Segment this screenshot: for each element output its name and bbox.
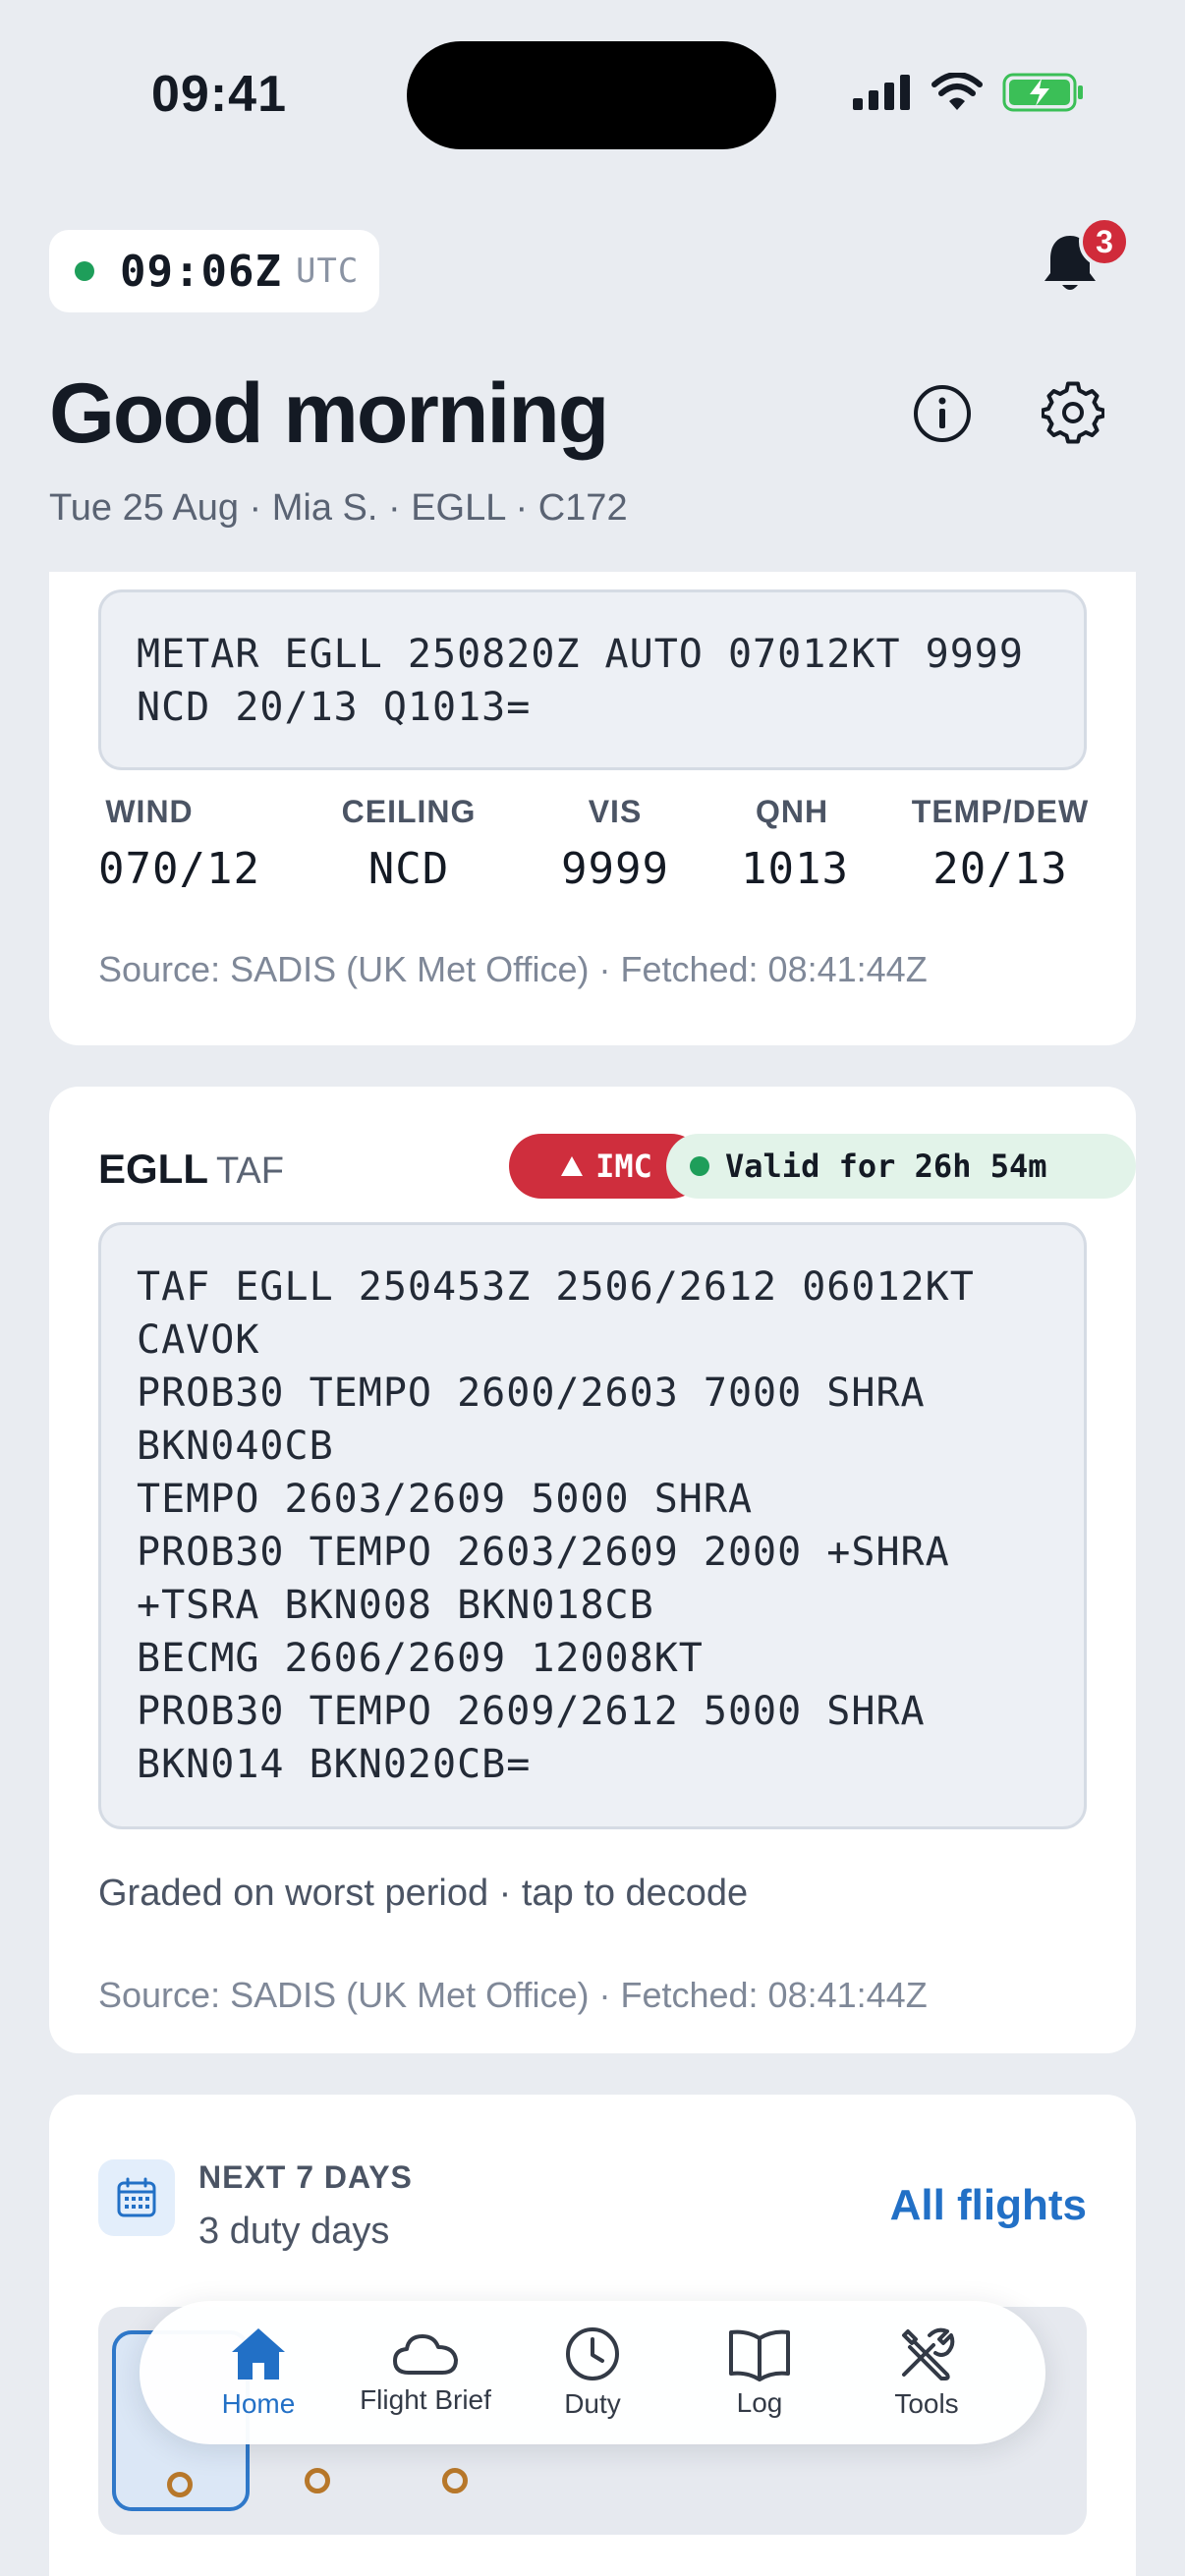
utc-clock-chip: 09:06Z UTC <box>49 230 379 312</box>
metar-source: Source: SADIS (UK Met Office) · Fetched:… <box>98 949 928 989</box>
flight-category-label: IMC <box>595 1148 652 1185</box>
pilot-subline: Tue 25 Aug · Mia S. · EGLL · C172 <box>49 487 628 529</box>
status-bar-time: 09:41 <box>151 66 287 123</box>
notification-badge: 3 <box>1079 216 1130 267</box>
utc-label: UTC <box>295 252 360 291</box>
calendar-icon <box>98 2159 175 2236</box>
tab-flight-brief[interactable]: Flight Brief <box>347 2329 504 2416</box>
temp-dew-label: TEMP/DEW <box>911 794 1090 829</box>
wind-value: 070/12 <box>98 844 260 894</box>
visibility-label: VIS <box>588 794 643 829</box>
taf-validity-badge: Valid for 26h 54m <box>666 1134 1136 1199</box>
visibility-value: 9999 <box>561 844 669 894</box>
qnh-group: QNH 1013 <box>741 794 849 894</box>
next-days-label: NEXT 7 DAYS <box>198 2159 413 2195</box>
duty-marker-icon <box>305 2468 330 2493</box>
utc-status-dot <box>75 261 94 281</box>
taf-raw-text[interactable]: TAF EGLL 250453Z 2506/2612 06012KT CAVOK… <box>98 1222 1087 1829</box>
clock-icon <box>566 2327 619 2380</box>
info-icon[interactable] <box>912 383 973 444</box>
taf-title: EGLL TAF <box>98 1146 284 1193</box>
wind-group: WIND 070/12 <box>98 794 260 894</box>
battery-charging-icon <box>1002 73 1083 112</box>
tab-home[interactable]: Home <box>180 2325 337 2420</box>
qnh-value: 1013 <box>741 844 849 894</box>
tab-label: Duty <box>564 2388 621 2419</box>
taf-type: TAF <box>216 1150 284 1192</box>
cellular-signal-icon <box>853 75 910 110</box>
all-flights-link[interactable]: All flights <box>890 2181 1087 2230</box>
gear-icon[interactable] <box>1042 381 1104 444</box>
duty-days-summary: 3 duty days <box>198 2211 390 2252</box>
tab-label: Flight Brief <box>360 2384 491 2415</box>
status-bar-icons <box>853 73 1085 112</box>
validity-dot <box>690 1156 709 1176</box>
tab-duty[interactable]: Duty <box>514 2325 671 2420</box>
metar-card[interactable]: METAR EGLL 250820Z AUTO 07012KT 9999 NCD… <box>49 572 1136 1045</box>
taf-source: Source: SADIS (UK Met Office) · Fetched:… <box>98 1975 928 2015</box>
dynamic-island <box>407 41 776 149</box>
taf-validity-label: Valid for 26h 54m <box>725 1148 1047 1185</box>
utc-time: 09:06Z <box>120 246 282 297</box>
tab-label: Tools <box>894 2388 959 2419</box>
warning-triangle-icon <box>561 1156 584 1176</box>
qnh-label: QNH <box>755 794 829 829</box>
metar-raw-text: METAR EGLL 250820Z AUTO 07012KT 9999 NCD… <box>98 589 1087 770</box>
greeting-title: Good morning <box>49 366 609 461</box>
tab-label: Home <box>221 2388 296 2419</box>
temp-dew-value: 20/13 <box>932 844 1068 894</box>
wifi-icon <box>931 73 983 110</box>
tab-bar: Home Flight Brief Duty Log Tools <box>140 2301 1045 2444</box>
taf-card[interactable]: EGLL TAF IMC Valid for 26h 54m TAF EGLL 2… <box>49 1087 1136 2053</box>
tab-label: Log <box>736 2387 783 2418</box>
ceiling-value: NCD <box>367 844 450 894</box>
book-icon <box>729 2329 790 2381</box>
ceiling-group: CEILING NCD <box>318 794 499 894</box>
tab-tools[interactable]: Tools <box>848 2325 1005 2420</box>
tools-icon <box>902 2327 955 2380</box>
tab-log[interactable]: Log <box>681 2326 838 2419</box>
ceiling-label: CEILING <box>341 794 477 829</box>
cloud-icon <box>393 2334 458 2375</box>
taf-graded-note: Graded on worst period · tap to decode <box>98 1873 749 1914</box>
duty-marker-icon <box>442 2468 468 2493</box>
home-icon <box>232 2328 285 2380</box>
taf-station: EGLL <box>98 1146 208 1192</box>
temp-dew-group: TEMP/DEW 20/13 <box>910 794 1091 894</box>
visibility-group: VIS 9999 <box>560 794 670 894</box>
wind-label: WIND <box>105 794 194 829</box>
metar-decoded-row: WIND 070/12 CEILING NCD VIS 9999 QNH 101… <box>98 794 1088 902</box>
duty-marker-icon <box>167 2472 193 2497</box>
